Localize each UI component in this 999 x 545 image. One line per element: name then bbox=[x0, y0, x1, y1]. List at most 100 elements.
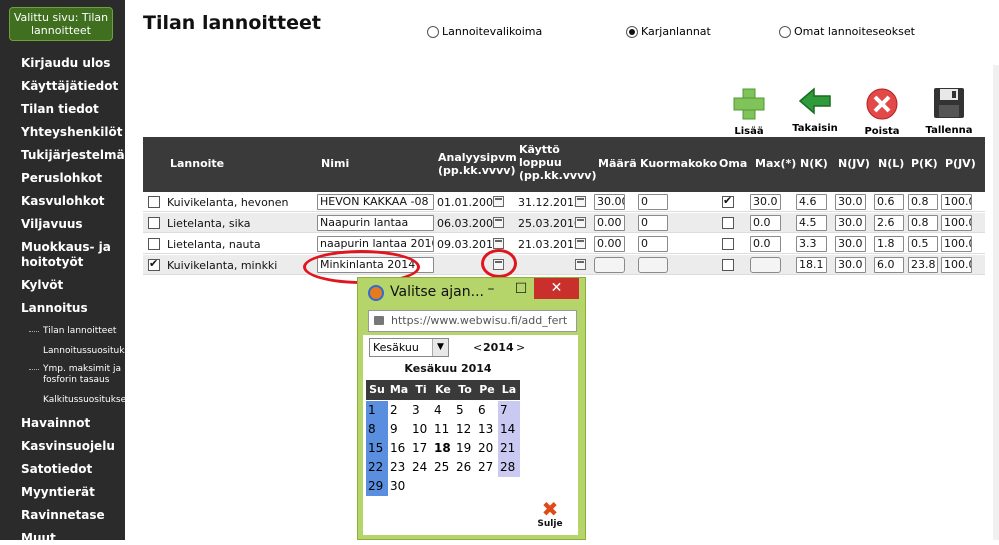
calendar-day[interactable]: 16 bbox=[388, 439, 410, 458]
header-nk[interactable]: N(K) bbox=[800, 157, 828, 170]
radio-dot-selected[interactable] bbox=[626, 25, 638, 38]
header-lannoite[interactable]: Lannoite bbox=[170, 157, 224, 170]
cell-pjv-input[interactable]: 100.0 bbox=[941, 257, 972, 273]
cell-nk-input[interactable]: 4.5 bbox=[796, 215, 827, 231]
sidebar-item-kasvulohkot[interactable]: Kasvulohkot bbox=[21, 194, 104, 208]
month-select[interactable]: Kesäkuu ▼ bbox=[369, 338, 449, 357]
cell-max-input[interactable]: 0.0 bbox=[750, 236, 781, 252]
calendar-day[interactable]: 4 bbox=[432, 401, 454, 420]
cell-pk-input[interactable]: 23.8 bbox=[908, 257, 938, 273]
calendar-day[interactable]: 5 bbox=[454, 401, 476, 420]
header-oma[interactable]: Oma bbox=[719, 157, 747, 170]
calendar-day[interactable]: 30 bbox=[388, 477, 410, 496]
cell-njv-input[interactable]: 30.0 bbox=[835, 194, 866, 210]
radio-lannoitevalikoima[interactable]: Lannoitevalikoima bbox=[427, 25, 542, 38]
calendar-day-today[interactable]: 18 bbox=[432, 439, 454, 458]
row-checkbox[interactable] bbox=[148, 196, 160, 208]
sidebar-item-lannoitus[interactable]: Lannoitus bbox=[21, 301, 88, 315]
calendar-day[interactable]: 1 bbox=[366, 401, 388, 420]
cell-kuormakoko-input[interactable]: 0 bbox=[638, 215, 668, 231]
sidebar-item-kirjaudu-ulos[interactable]: Kirjaudu ulos bbox=[21, 56, 110, 70]
cell-nk-input[interactable]: 4.6 bbox=[796, 194, 827, 210]
cell-maara-input[interactable]: 0.00 bbox=[594, 215, 625, 231]
sidebar-item-kasvinsuojelu[interactable]: Kasvinsuojelu bbox=[21, 439, 115, 453]
calendar-day[interactable]: 11 bbox=[432, 420, 454, 439]
chevron-down-icon[interactable]: ▼ bbox=[432, 339, 448, 356]
calendar-day[interactable]: 26 bbox=[454, 458, 476, 477]
calendar-day[interactable]: 7 bbox=[498, 401, 520, 420]
cell-maara-input[interactable] bbox=[594, 257, 625, 273]
header-nl[interactable]: N(L) bbox=[878, 157, 904, 170]
cell-njv-input[interactable]: 30.0 bbox=[835, 215, 866, 231]
oma-checkbox[interactable] bbox=[722, 259, 734, 271]
calendar-day[interactable]: 24 bbox=[410, 458, 432, 477]
calendar-icon[interactable] bbox=[575, 196, 586, 207]
header-maara[interactable]: Määrä bbox=[598, 157, 637, 170]
calendar-day[interactable]: 2 bbox=[388, 401, 410, 420]
back-button[interactable]: Takaisin bbox=[790, 84, 840, 134]
sidebar-item-satotiedot[interactable]: Satotiedot bbox=[21, 462, 92, 476]
cell-pk-input[interactable]: 0.8 bbox=[908, 194, 938, 210]
header-pk[interactable]: P(K) bbox=[911, 157, 938, 170]
cell-maara-input[interactable]: 30.00 bbox=[594, 194, 625, 210]
radio-omat-lannoiteseokset[interactable]: Omat lannoiteseokset bbox=[779, 25, 915, 38]
header-njv[interactable]: N(JV) bbox=[838, 157, 870, 170]
calendar-icon[interactable] bbox=[575, 217, 586, 228]
sidebar-item-myyntierat[interactable]: Myyntierät bbox=[21, 485, 95, 499]
calendar-day[interactable]: 14 bbox=[498, 420, 520, 439]
sidebar-item-ravinnetase[interactable]: Ravinnetase bbox=[21, 508, 105, 522]
radio-karjanlannat[interactable]: Karjanlannat bbox=[626, 25, 711, 38]
delete-button[interactable]: Poista bbox=[857, 87, 907, 137]
calendar-day[interactable]: 13 bbox=[476, 420, 498, 439]
calendar-day[interactable]: 19 bbox=[454, 439, 476, 458]
calendar-icon[interactable] bbox=[575, 259, 586, 270]
calendar-day[interactable]: 9 bbox=[388, 420, 410, 439]
cell-pk-input[interactable]: 0.5 bbox=[908, 236, 938, 252]
calendar-day[interactable]: 27 bbox=[476, 458, 498, 477]
oma-checkbox[interactable] bbox=[722, 217, 734, 229]
row-checkbox[interactable] bbox=[148, 257, 160, 271]
calendar-day[interactable]: 22 bbox=[366, 458, 388, 477]
cell-nk-input[interactable]: 3.3 bbox=[796, 236, 827, 252]
calendar-day[interactable]: 29 bbox=[366, 477, 388, 496]
calendar-day[interactable]: 25 bbox=[432, 458, 454, 477]
radio-dot[interactable] bbox=[779, 25, 791, 38]
header-kayttoloppuu[interactable]: Käyttö loppuu (pp.kk.vvvv) bbox=[519, 143, 596, 182]
next-year-button[interactable]: > bbox=[516, 341, 525, 354]
address-bar[interactable]: https://www.webwisu.fi/add_fert bbox=[368, 310, 577, 332]
sidebar-item-yhteyshenkilot[interactable]: Yhteyshenkilöt bbox=[21, 125, 122, 139]
cell-nl-input[interactable]: 1.8 bbox=[874, 236, 904, 252]
header-max[interactable]: Max(*) bbox=[755, 157, 796, 170]
calendar-icon[interactable] bbox=[493, 217, 504, 228]
oma-checkbox[interactable] bbox=[722, 194, 734, 208]
add-button[interactable]: Lisää bbox=[724, 87, 774, 137]
header-analyysipvm[interactable]: Analyysipvm (pp.kk.vvvv) bbox=[438, 151, 517, 177]
cell-pjv-input[interactable]: 100.0 bbox=[941, 236, 972, 252]
cell-njv-input[interactable]: 30.0 bbox=[835, 236, 866, 252]
maximize-button[interactable]: ☐ bbox=[508, 280, 534, 298]
page-scrollbar[interactable] bbox=[993, 65, 999, 540]
sidebar-subitem-ymp-maksimit[interactable]: Ymp. maksimit ja fosforin tasaus bbox=[29, 364, 123, 386]
sidebar-item-havainnot[interactable]: Havainnot bbox=[21, 416, 90, 430]
cell-nimi-input[interactable]: Naapurin lantaa bbox=[317, 215, 434, 231]
cell-nk-input[interactable]: 18.1 bbox=[796, 257, 827, 273]
radio-dot[interactable] bbox=[427, 25, 439, 38]
header-kuormakoko[interactable]: Kuormakoko bbox=[640, 157, 717, 170]
cell-pk-input[interactable]: 0.8 bbox=[908, 215, 938, 231]
row-checkbox[interactable] bbox=[148, 217, 160, 229]
calendar-day[interactable]: 3 bbox=[410, 401, 432, 420]
sidebar-item-tukijarjestelma[interactable]: Tukijärjestelmä bbox=[21, 148, 125, 162]
cell-kuormakoko-input[interactable]: 0 bbox=[638, 236, 668, 252]
sidebar-item-muokkaus-ja-hoitotyot[interactable]: Muokkaus- ja hoitotyöt bbox=[21, 240, 116, 270]
cell-maara-input[interactable]: 0.00 bbox=[594, 236, 625, 252]
oma-checkbox[interactable] bbox=[722, 238, 734, 250]
sidebar-subitem-tilan-lannoitteet[interactable]: Tilan lannoitteet bbox=[28, 326, 116, 337]
save-button[interactable]: Tallenna bbox=[924, 86, 974, 136]
calendar-day[interactable]: 10 bbox=[410, 420, 432, 439]
cell-njv-input[interactable]: 30.0 bbox=[835, 257, 866, 273]
calendar-day[interactable]: 6 bbox=[476, 401, 498, 420]
calendar-day[interactable]: 12 bbox=[454, 420, 476, 439]
calendar-day[interactable]: 28 bbox=[498, 458, 520, 477]
sidebar-item-kylvot[interactable]: Kylvöt bbox=[21, 278, 63, 292]
cell-pjv-input[interactable]: 100.0 bbox=[941, 194, 972, 210]
